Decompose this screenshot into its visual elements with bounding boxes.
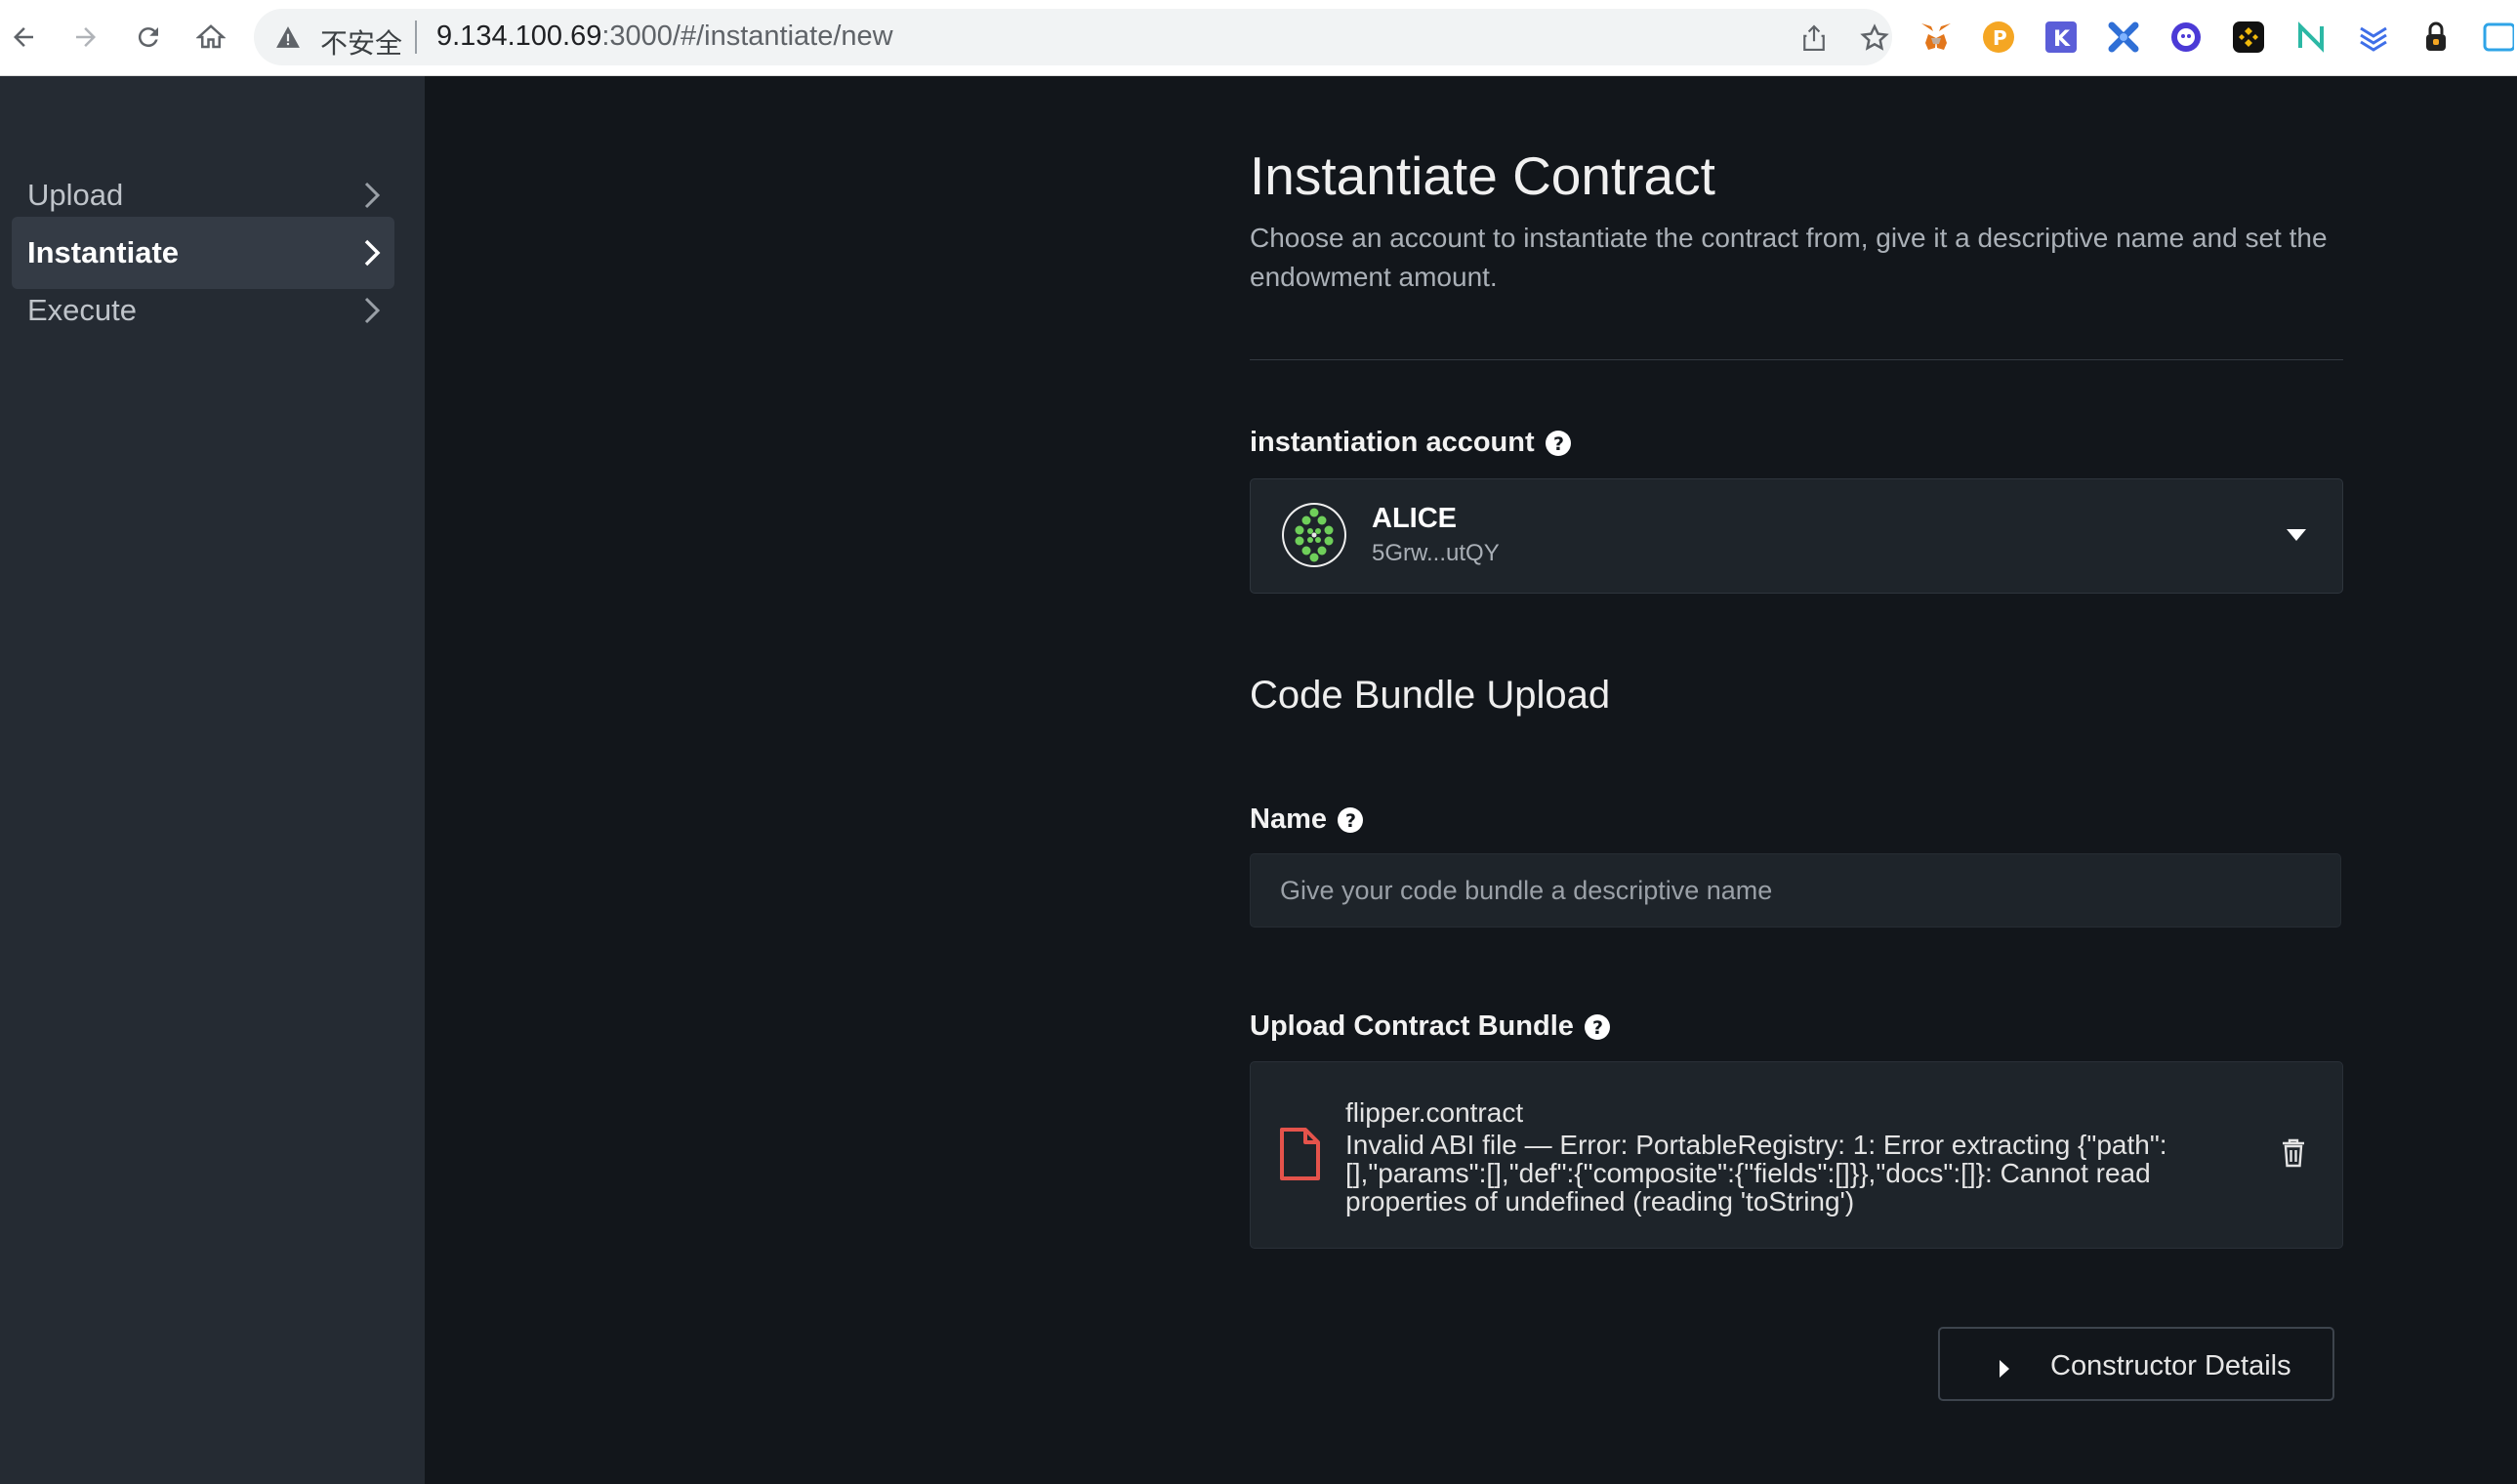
- security-status[interactable]: 不安全: [320, 22, 402, 62]
- account-select[interactable]: ALICE 5Grw...utQY: [1250, 478, 2343, 594]
- browser-toolbar: 不安全 9.134.100.69:3000/#/instantiate/new …: [0, 0, 2517, 76]
- upload-label-text: Upload Contract Bundle: [1250, 1010, 1574, 1042]
- svg-text:?: ?: [1345, 810, 1356, 832]
- bundle-name-input[interactable]: [1250, 853, 2341, 928]
- sidebar-item-execute[interactable]: Execute: [12, 274, 394, 347]
- contract-upload-dropzone[interactable]: flipper.contract Invalid ABI file — Erro…: [1250, 1061, 2343, 1249]
- partial-extension-icon[interactable]: [2478, 18, 2517, 57]
- page-title: Instantiate Contract: [1250, 145, 1715, 206]
- lock-extension-icon[interactable]: [2416, 18, 2455, 57]
- page-description: Choose an account to instantiate the con…: [1250, 223, 2328, 292]
- metamask-extension-icon[interactable]: [1917, 18, 1956, 57]
- bookmark-star-icon[interactable]: [1857, 21, 1892, 56]
- svg-text:K: K: [2053, 27, 2071, 52]
- help-circle-icon[interactable]: ?: [1584, 1013, 1611, 1041]
- share-icon[interactable]: [1796, 21, 1832, 56]
- chevron-right-icon: [363, 181, 381, 215]
- url-host: 9.134.100.69: [436, 21, 602, 52]
- constructor-details-label: Constructor Details: [2050, 1350, 2291, 1381]
- upload-field-label: Upload Contract Bundle ?: [1250, 1010, 1611, 1043]
- reload-icon[interactable]: [129, 18, 168, 57]
- address-divider: [415, 21, 417, 54]
- file-error-message: Invalid ABI file — Error: PortableRegist…: [1345, 1130, 2167, 1216]
- url-path: :3000/#/instantiate/new: [601, 21, 893, 52]
- back-arrow-icon[interactable]: [4, 18, 43, 57]
- sidebar: Upload Instantiate Execute: [0, 76, 425, 1484]
- account-name: ALICE: [1372, 503, 1457, 534]
- svg-text:?: ?: [1553, 433, 1564, 455]
- binance-extension-icon[interactable]: [2229, 18, 2268, 57]
- code-bundle-heading: Code Bundle Upload: [1250, 674, 1611, 717]
- help-circle-icon[interactable]: ?: [1545, 430, 1572, 457]
- n-extension-icon[interactable]: [2291, 18, 2331, 57]
- identicon-avatar: [1280, 501, 1348, 574]
- account-address: 5Grw...utQY: [1372, 540, 1500, 566]
- chevron-right-icon: [363, 238, 381, 272]
- address-bar[interactable]: 不安全 9.134.100.69:3000/#/instantiate/new: [254, 9, 1892, 65]
- url-text[interactable]: 9.134.100.69:3000/#/instantiate/new: [436, 21, 893, 53]
- uploaded-file-name: flipper.contract: [1345, 1097, 1524, 1128]
- svg-text:P: P: [1993, 26, 2007, 50]
- sidebar-item-label: Upload: [27, 178, 124, 212]
- warning-icon[interactable]: [275, 25, 301, 54]
- svg-text:?: ?: [1592, 1017, 1603, 1039]
- sidebar-item-label: Execute: [27, 293, 138, 327]
- caret-right-icon: [1999, 1354, 2010, 1386]
- caret-down-icon[interactable]: [2286, 528, 2307, 547]
- home-icon[interactable]: [191, 18, 230, 57]
- trash-icon[interactable]: [2282, 1138, 2305, 1173]
- name-label-text: Name: [1250, 804, 1327, 835]
- account-label-text: instantiation account: [1250, 427, 1535, 458]
- section-divider: [1250, 359, 2343, 360]
- file-error-icon: [1278, 1127, 1321, 1186]
- constructor-details-button[interactable]: Constructor Details: [1938, 1327, 2334, 1401]
- ghost-extension-icon[interactable]: [2166, 18, 2206, 57]
- sidebar-item-label: Instantiate: [27, 235, 180, 269]
- cross-extension-icon[interactable]: [2104, 18, 2143, 57]
- k-extension-icon[interactable]: K: [2042, 18, 2081, 57]
- chevron-right-icon: [363, 296, 381, 330]
- coin-p-extension-icon[interactable]: P: [1979, 18, 2018, 57]
- help-circle-icon[interactable]: ?: [1337, 806, 1364, 834]
- wave-extension-icon[interactable]: [2354, 18, 2393, 57]
- account-field-label: instantiation account ?: [1250, 427, 1572, 459]
- forward-arrow-icon[interactable]: [66, 18, 105, 57]
- name-field-label: Name ?: [1250, 804, 1364, 836]
